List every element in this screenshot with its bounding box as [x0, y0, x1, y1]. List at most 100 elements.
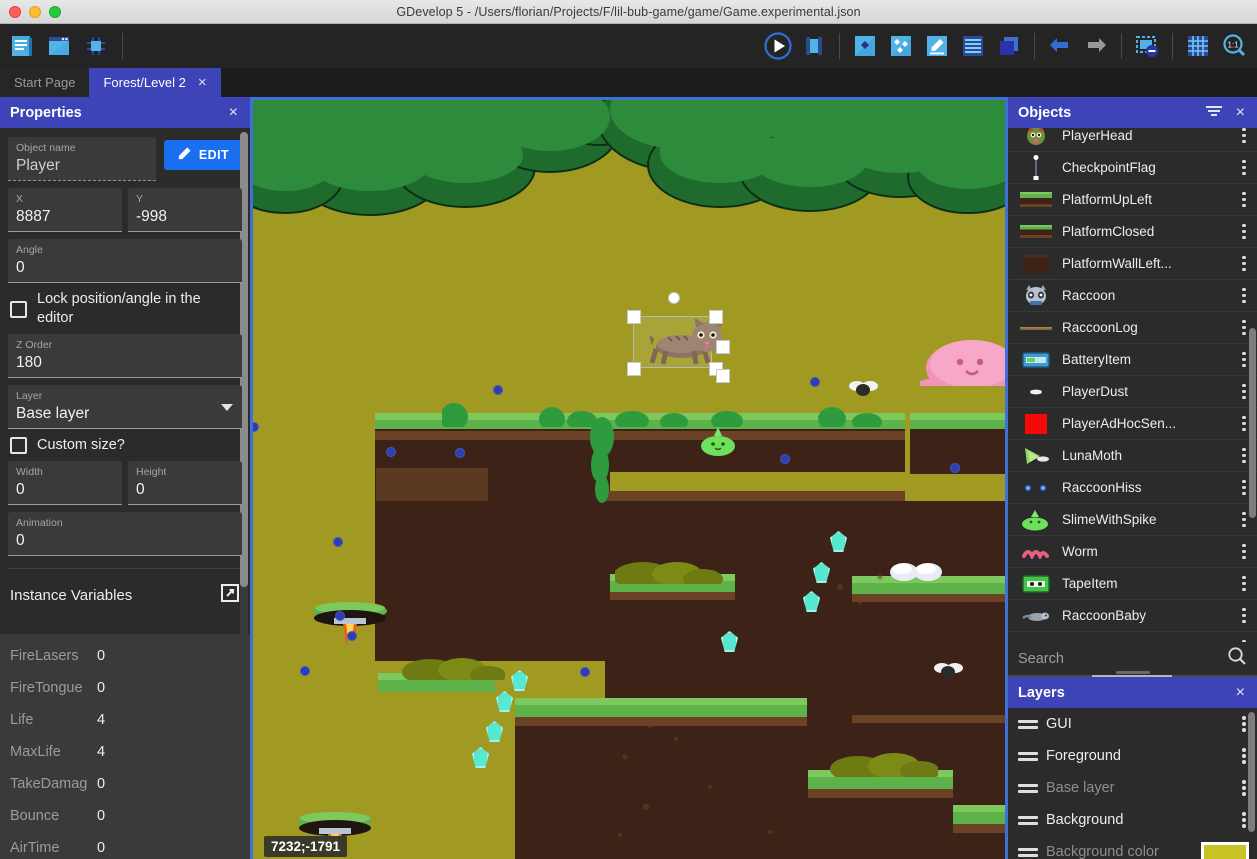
object-list-item[interactable]: Worm: [1008, 536, 1257, 568]
chevron-down-icon[interactable]: [221, 404, 233, 411]
layer-list-item[interactable]: GUI: [1008, 708, 1257, 740]
objects-list[interactable]: PlayerHeadCheckpointFlagPlatformUpLeftPl…: [1008, 128, 1257, 642]
instance-point[interactable]: [493, 385, 503, 395]
object-overflow-menu-icon[interactable]: [1235, 576, 1253, 592]
close-icon[interactable]: ×: [1234, 685, 1247, 701]
instance-variable-row[interactable]: Bounce0: [0, 800, 250, 832]
object-overflow-menu-icon[interactable]: [1235, 544, 1253, 560]
instance-point[interactable]: [455, 448, 465, 458]
zoom-fit-icon[interactable]: [1130, 29, 1164, 63]
tab-start-page[interactable]: Start Page: [0, 68, 89, 97]
tab-forest-level-2[interactable]: Forest/Level 2 ×: [89, 68, 220, 97]
gem-item[interactable]: [511, 670, 528, 691]
scene-canvas[interactable]: 7232;-1791: [250, 97, 1008, 859]
lock-position-checkbox[interactable]: [10, 301, 27, 318]
object-list-item[interactable]: RaccoonLog: [1008, 312, 1257, 344]
instance-variable-row[interactable]: FireTongue0: [0, 672, 250, 704]
flying-platform[interactable]: [310, 599, 390, 653]
instance-variable-row[interactable]: FireLasers0: [0, 640, 250, 672]
instance-point[interactable]: [347, 631, 357, 641]
project-manager-icon[interactable]: [5, 29, 39, 63]
instance-point[interactable]: [335, 611, 345, 621]
filter-icon[interactable]: [1206, 105, 1222, 120]
object-list-item[interactable]: PlayerAdHocSen...: [1008, 408, 1257, 440]
object-list-item[interactable]: RaccoonHiss: [1008, 472, 1257, 504]
drag-handle-icon[interactable]: [1018, 816, 1038, 825]
debugger-icon[interactable]: [79, 29, 113, 63]
scene-editor-icon[interactable]: [42, 29, 76, 63]
resize-handle-right[interactable]: [716, 340, 730, 354]
y-field[interactable]: Y -998: [128, 188, 242, 232]
instance-point[interactable]: [950, 463, 960, 473]
object-list-item[interactable]: PlayerDust: [1008, 376, 1257, 408]
resize-handle-bottom[interactable]: [716, 369, 730, 383]
gem-item[interactable]: [496, 691, 513, 712]
layer-list-item[interactable]: Foreground: [1008, 740, 1257, 772]
instance-variable-row[interactable]: TakeDamag0: [0, 768, 250, 800]
layer-select[interactable]: Layer Base layer: [8, 385, 242, 429]
object-overflow-menu-icon[interactable]: [1235, 224, 1253, 240]
background-color-swatch[interactable]: [1201, 842, 1249, 859]
angle-field[interactable]: Angle 0: [8, 239, 242, 283]
z-order-field[interactable]: Z Order 180: [8, 334, 242, 378]
layers-scrollbar-thumb[interactable]: [1248, 712, 1255, 832]
object-list-item[interactable]: BatteryItem: [1008, 344, 1257, 376]
object-list-item[interactable]: CheckpointFlag: [1008, 152, 1257, 184]
network-preview-icon[interactable]: [797, 29, 831, 63]
object-list-item[interactable]: RaccoonBaby: [1008, 600, 1257, 632]
layers-list[interactable]: GUIForegroundBase layerBackgroundBackgro…: [1008, 708, 1257, 859]
x-field[interactable]: X 8887: [8, 188, 122, 232]
zoom-one-to-one-icon[interactable]: 1:1: [1217, 29, 1251, 63]
lock-position-row[interactable]: Lock position/angle in the editor: [8, 283, 242, 334]
instance-variable-row[interactable]: Life4: [0, 704, 250, 736]
custom-size-row[interactable]: Custom size?: [8, 429, 242, 461]
add-object-icon[interactable]: [848, 29, 882, 63]
width-field[interactable]: Width 0: [8, 461, 122, 505]
layers-icon[interactable]: [992, 29, 1026, 63]
gem-item[interactable]: [472, 747, 489, 768]
edit-button[interactable]: EDIT: [164, 140, 242, 170]
object-overflow-menu-icon[interactable]: [1235, 192, 1253, 208]
open-external-icon[interactable]: [220, 583, 240, 608]
resize-handle-tl[interactable]: [627, 310, 641, 324]
scene-content[interactable]: 7232;-1791: [250, 97, 1008, 859]
preview-play-icon[interactable]: [761, 29, 795, 63]
rotate-handle[interactable]: [668, 292, 680, 304]
object-list-item[interactable]: Raccoon: [1008, 280, 1257, 312]
drag-handle-icon[interactable]: [1018, 848, 1038, 857]
instance-point[interactable]: [580, 667, 590, 677]
object-overflow-menu-icon[interactable]: [1235, 608, 1253, 624]
redo-icon[interactable]: [1079, 29, 1113, 63]
gem-item[interactable]: [486, 721, 503, 742]
grid-icon[interactable]: [1181, 29, 1215, 63]
instance-point[interactable]: [810, 377, 820, 387]
close-icon[interactable]: ×: [1234, 105, 1247, 121]
height-field[interactable]: Height 0: [128, 461, 242, 505]
slime-with-spike-sprite[interactable]: [700, 427, 736, 457]
object-name-field[interactable]: Object name Player: [8, 137, 156, 181]
resize-handle-tr[interactable]: [709, 310, 723, 324]
instance-point[interactable]: [386, 447, 396, 457]
instance-variable-row[interactable]: MaxLife4: [0, 736, 250, 768]
luna-moth-sprite[interactable]: [848, 380, 878, 398]
layer-list-item[interactable]: Base layer: [1008, 772, 1257, 804]
player-cat-sprite[interactable]: [650, 319, 724, 367]
instance-point[interactable]: [300, 666, 310, 676]
object-list-item[interactable]: PlatformClosed: [1008, 216, 1257, 248]
instances-list-icon[interactable]: [956, 29, 990, 63]
drag-handle-icon[interactable]: [1018, 752, 1038, 761]
instance-variable-row[interactable]: AirTime0: [0, 832, 250, 859]
drag-handle-icon[interactable]: [1018, 784, 1038, 793]
object-overflow-menu-icon[interactable]: [1235, 160, 1253, 176]
object-list-item[interactable]: PlayerHead: [1008, 128, 1257, 152]
object-overflow-menu-icon[interactable]: [1235, 288, 1253, 304]
animation-field[interactable]: Animation 0: [8, 512, 242, 556]
big-slime-sprite[interactable]: [920, 330, 1008, 386]
close-icon[interactable]: ×: [227, 105, 240, 121]
object-groups-icon[interactable]: [884, 29, 918, 63]
object-list-item[interactable]: BigSlime: [1008, 632, 1257, 642]
drag-handle-icon[interactable]: [1018, 720, 1038, 729]
object-list-item[interactable]: SlimeWithSpike: [1008, 504, 1257, 536]
object-list-item[interactable]: LunaMoth: [1008, 440, 1257, 472]
object-list-item[interactable]: PlatformWallLeft...: [1008, 248, 1257, 280]
